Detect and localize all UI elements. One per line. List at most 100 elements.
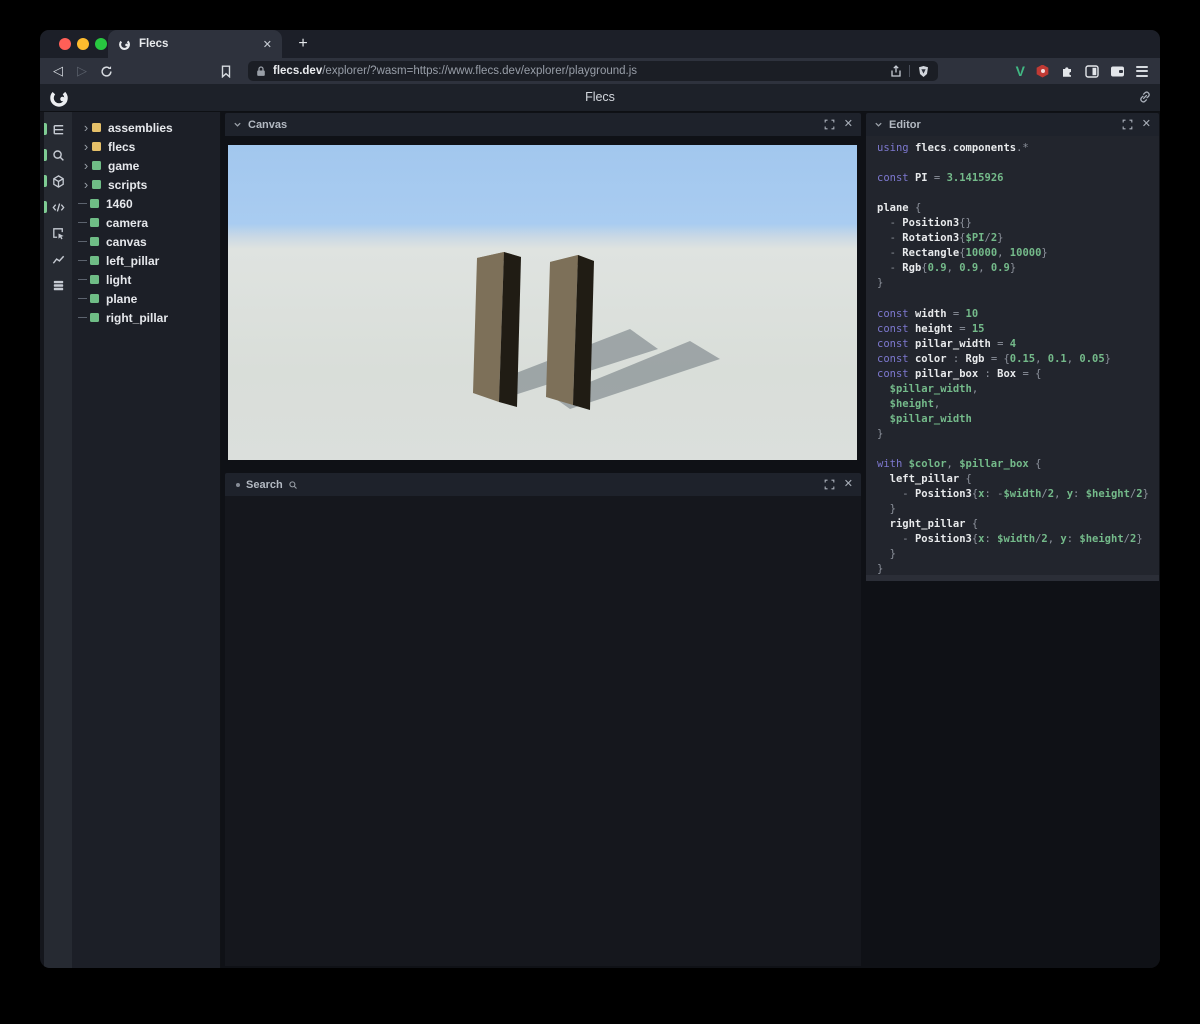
right-pillar-front [546,255,578,405]
chevron-down-icon[interactable] [874,120,883,129]
search-small-icon [288,480,298,490]
tree-expander[interactable] [78,279,87,280]
left-pillar-shadow [480,329,658,401]
tab-close-icon[interactable]: ✕ [263,38,272,51]
tree-expander[interactable] [78,317,87,318]
bookmark-icon [221,65,231,78]
code-lines: using flecs.components.* const PI = 3.14… [877,142,1149,575]
red-extension-icon[interactable] [1036,64,1049,78]
browser-toolbar: ◁ ▷ flecs.dev /explorer/?wasm=https://ww… [40,58,1160,84]
sidebar-icon-strip [44,112,72,968]
extensions-puzzle-button[interactable] [1060,64,1074,78]
entity-label: plane [106,291,138,306]
browser-window: Flecs ✕ + ◁ ▷ flecs.dev /explorer/?wasm=… [40,30,1160,968]
back-button[interactable]: ◁ [46,63,70,79]
vue-devtools-icon[interactable]: V [1016,63,1025,79]
sidebar-button-search[interactable] [44,142,72,168]
sidebar-button-editor[interactable] [44,194,72,220]
tree-row[interactable]: › game [72,156,220,175]
share-link-button[interactable] [1138,90,1152,104]
tree-icon [53,124,63,134]
entity-label: game [108,158,140,173]
search-panel-body[interactable] [225,496,861,966]
sidebar-toggle-button[interactable] [1085,64,1099,78]
right-pillar-side [573,255,594,410]
left-pillar-side [499,252,521,407]
page-title: Flecs [585,90,615,104]
tree-expander[interactable]: › [80,121,92,134]
tree-expander[interactable] [78,222,87,223]
window-close-button[interactable] [59,38,71,50]
tree-row[interactable]: 1460 [72,194,220,213]
right-pillar-top [550,255,594,268]
tree-expander[interactable] [78,241,87,242]
window-zoom-button[interactable] [95,38,107,50]
tree-row[interactable]: plane [72,289,220,308]
url-domain: flecs.dev [273,65,323,77]
tree-row[interactable]: canvas [72,232,220,251]
lock-icon [256,65,266,77]
browser-menu-button[interactable] [1136,65,1148,77]
fullscreen-button[interactable] [1122,119,1133,130]
reload-icon [100,65,112,77]
entity-color-dot [92,142,101,151]
new-tab-button[interactable]: + [292,33,314,55]
tree-row[interactable]: › assemblies [72,118,220,137]
tree-row[interactable]: left_pillar [72,251,220,270]
canvas-panel-title: Canvas [248,118,288,131]
3d-viewport[interactable] [228,145,857,460]
tree-expander[interactable] [78,298,87,299]
tree-expander[interactable] [78,260,87,261]
editor-panel-title: Editor [889,118,921,131]
sidebar-button-inspect[interactable] [44,220,72,246]
bookmark-button[interactable] [214,65,238,78]
search-icon [52,149,64,161]
toolbar-separator [909,65,910,77]
collapsed-bullet-icon[interactable] [236,482,240,487]
close-panel-icon[interactable]: ✕ [844,119,853,130]
sidebar-button-tables[interactable] [44,272,72,298]
wallet-button[interactable] [1110,65,1125,78]
tree-row[interactable]: light [72,270,220,289]
fullscreen-button[interactable] [824,479,835,490]
entity-color-dot [90,275,99,284]
share-button[interactable] [890,64,902,78]
brave-shield-button[interactable] [917,65,930,78]
sidebar-button-stats[interactable] [44,246,72,272]
editor-footer-bar [866,575,1159,581]
rows-icon [53,280,63,290]
tree-row[interactable]: › scripts [72,175,220,194]
left-pillar-front [473,252,504,402]
forward-button[interactable]: ▷ [70,63,94,79]
entity-label: flecs [108,139,136,154]
close-panel-icon[interactable]: ✕ [844,479,853,490]
window-minimize-button[interactable] [77,38,89,50]
tree-expander[interactable]: › [80,159,92,172]
left-pillar-top [477,252,521,263]
chevron-down-icon[interactable] [233,120,242,129]
tab-title: Flecs [139,38,169,50]
tree-row[interactable]: right_pillar [72,308,220,327]
sidebar-button-entities[interactable] [44,168,72,194]
tree-row[interactable]: camera [72,213,220,232]
entity-label: light [106,272,132,287]
tree-expander[interactable]: › [80,178,92,191]
fullscreen-button[interactable] [824,119,835,130]
entity-label: canvas [106,234,147,249]
entity-label: assemblies [108,120,173,135]
flecs-favicon [119,38,130,50]
tree-expander[interactable] [78,203,87,204]
entity-label: 1460 [106,196,133,211]
tree-expander[interactable]: › [80,140,92,153]
browser-tab-bar: Flecs ✕ + [40,30,1160,58]
cube-icon [52,174,64,188]
address-bar[interactable]: flecs.dev /explorer/?wasm=https://www.fl… [248,61,938,81]
code-editor[interactable]: using flecs.components.* const PI = 3.14… [866,136,1159,575]
explorer-main: › assemblies › flecs › game › scripts 14… [40,112,1160,968]
reload-button[interactable] [94,65,118,78]
tree-row[interactable]: › flecs [72,137,220,156]
sidebar-button-tree[interactable] [44,116,72,142]
code-icon [51,202,65,212]
close-panel-icon[interactable]: ✕ [1142,119,1151,130]
browser-tab-flecs[interactable]: Flecs ✕ [108,30,282,58]
